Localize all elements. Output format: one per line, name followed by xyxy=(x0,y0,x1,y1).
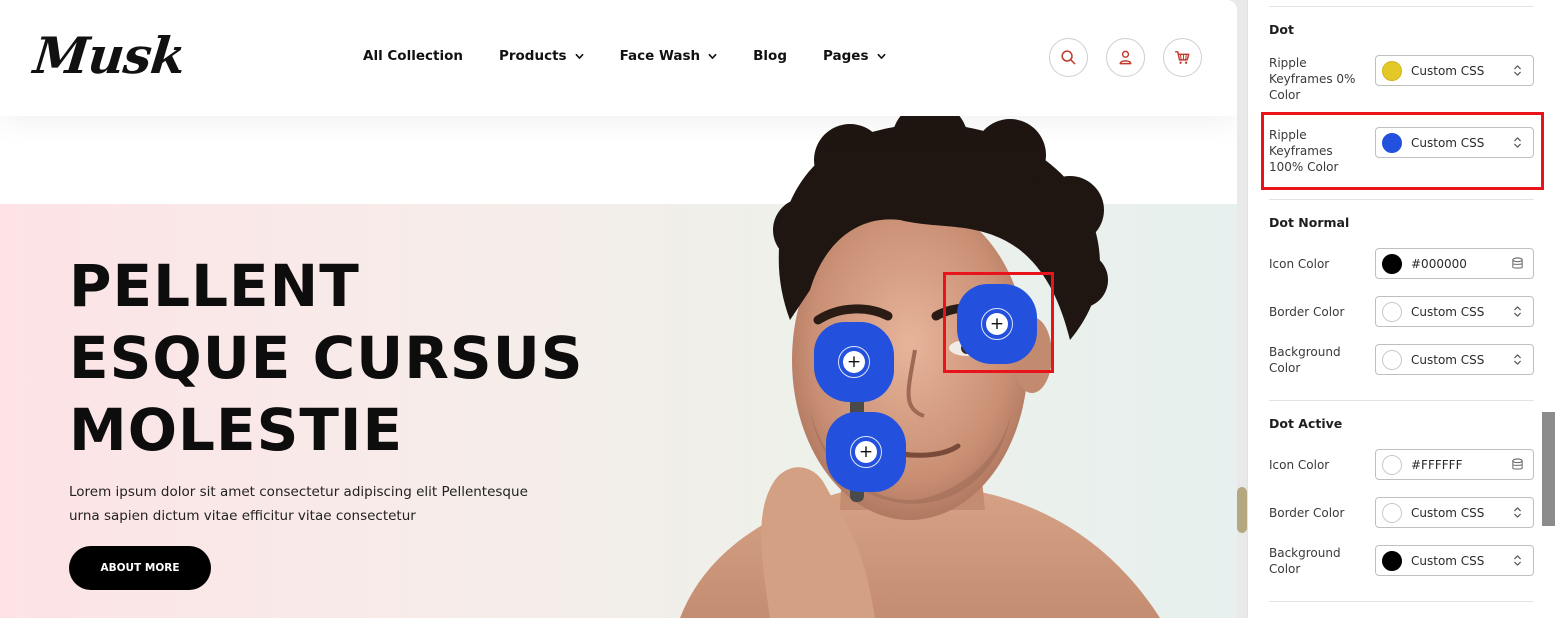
updown-arrows-icon xyxy=(1510,554,1524,568)
ripple-100-color-control[interactable]: Custom CSS xyxy=(1375,127,1534,158)
nav-item-pages[interactable]: Pages xyxy=(823,48,886,64)
nav-item-label: Pages xyxy=(823,48,869,64)
site-header: Musk All Collection Products Face Wash B… xyxy=(0,0,1237,116)
control-value: Custom CSS xyxy=(1411,553,1485,568)
color-swatch[interactable] xyxy=(1382,550,1402,571)
database-icon[interactable] xyxy=(1510,458,1524,472)
hotspot-ring: + xyxy=(838,346,870,378)
color-swatch[interactable] xyxy=(1382,454,1402,475)
updown-arrows-icon xyxy=(1510,136,1524,150)
border-color-label: Border Color xyxy=(1269,305,1345,319)
hotspot-dot[interactable]: + xyxy=(826,412,906,492)
control-value: Custom CSS xyxy=(1411,135,1485,150)
main-nav: All Collection Products Face Wash Blog P… xyxy=(363,48,886,64)
search-button[interactable] xyxy=(1049,38,1088,77)
updown-arrows-icon xyxy=(1510,353,1524,367)
background-color-label: Background Color xyxy=(1269,345,1341,375)
updown-arrows-icon xyxy=(1510,64,1524,78)
color-swatch[interactable] xyxy=(1382,502,1402,523)
hero-description-line: Lorem ipsum dolor sit amet consectetur a… xyxy=(69,484,528,500)
divider xyxy=(1269,6,1534,7)
cart-button[interactable] xyxy=(1163,38,1202,77)
updown-arrows-icon xyxy=(1510,506,1524,520)
hero-title-line: ESQUE CURSUS xyxy=(69,324,584,392)
nav-item-label: Blog xyxy=(753,48,787,64)
ripple-0-color-control[interactable]: Custom CSS xyxy=(1375,55,1534,86)
chevron-down-icon xyxy=(877,53,885,59)
border-color-label: Border Color xyxy=(1269,506,1345,520)
plus-icon: + xyxy=(986,313,1008,335)
hero-description-line: urna sapien dictum vitae efficitur vitae… xyxy=(69,508,416,524)
hotspot-dot[interactable]: + xyxy=(814,322,894,402)
hero-title-line: MOLESTIE xyxy=(69,396,404,464)
control-value: Custom CSS xyxy=(1411,63,1485,78)
account-button[interactable] xyxy=(1106,38,1145,77)
nav-item-all-collection[interactable]: All Collection xyxy=(363,48,463,64)
chevron-down-icon xyxy=(575,53,584,59)
normal-background-color-control[interactable]: Custom CSS xyxy=(1375,344,1534,375)
control-value: #FFFFFF xyxy=(1411,457,1463,472)
nav-item-label: All Collection xyxy=(363,48,463,64)
control-value: Custom CSS xyxy=(1411,304,1485,319)
color-swatch[interactable] xyxy=(1382,301,1402,322)
page-preview: Musk All Collection Products Face Wash B… xyxy=(0,0,1237,618)
nav-item-face-wash[interactable]: Face Wash xyxy=(620,48,718,64)
header-actions xyxy=(1049,38,1202,77)
hotspot-ring: + xyxy=(850,436,882,468)
preview-scrollbar-thumb[interactable] xyxy=(1237,487,1247,533)
search-icon xyxy=(1061,50,1076,65)
ripple-100-label: Ripple Keyframes 100% Color xyxy=(1269,128,1339,174)
section-title-dot-normal: Dot Normal xyxy=(1269,215,1350,230)
hero-title-line: PELLENT xyxy=(69,252,360,320)
database-icon[interactable] xyxy=(1510,257,1524,271)
background-color-label: Background Color xyxy=(1269,546,1341,576)
divider xyxy=(1269,199,1534,200)
cart-icon xyxy=(1174,51,1190,64)
section-title-dot: Dot xyxy=(1269,22,1294,37)
active-border-color-control[interactable]: Custom CSS xyxy=(1375,497,1534,528)
icon-color-label: Icon Color xyxy=(1269,458,1330,472)
active-icon-color-control[interactable]: #FFFFFF xyxy=(1375,449,1534,480)
nav-item-label: Products xyxy=(498,48,567,64)
about-more-button[interactable]: ABOUT MORE xyxy=(69,546,211,590)
divider xyxy=(1269,601,1534,602)
control-value: #000000 xyxy=(1411,256,1467,271)
panel-scrollbar-thumb[interactable] xyxy=(1542,412,1555,526)
color-swatch[interactable] xyxy=(1382,253,1402,274)
divider xyxy=(1269,400,1534,401)
hotspot-dot-active[interactable]: + xyxy=(957,284,1037,364)
hero-title: PELLENT ESQUE CURSUS MOLESTIE xyxy=(69,250,584,466)
icon-color-label: Icon Color xyxy=(1269,257,1330,271)
plus-icon: + xyxy=(843,351,865,373)
plus-icon: + xyxy=(855,441,877,463)
style-settings-panel: Dot Ripple Keyframes 0% Color Custom CSS… xyxy=(1247,0,1555,618)
site-logo[interactable]: Musk xyxy=(31,26,188,85)
color-swatch[interactable] xyxy=(1382,349,1402,370)
active-background-color-control[interactable]: Custom CSS xyxy=(1375,545,1534,576)
normal-icon-color-control[interactable]: #000000 xyxy=(1375,248,1534,279)
app-window: Musk All Collection Products Face Wash B… xyxy=(0,0,1555,618)
normal-border-color-control[interactable]: Custom CSS xyxy=(1375,296,1534,327)
updown-arrows-icon xyxy=(1510,305,1524,319)
ripple-0-label: Ripple Keyframes 0% Color xyxy=(1269,56,1356,102)
hotspot-ring: + xyxy=(981,308,1013,340)
hero-description: Lorem ipsum dolor sit amet consectetur a… xyxy=(69,480,539,528)
color-swatch[interactable] xyxy=(1382,60,1402,81)
control-value: Custom CSS xyxy=(1411,505,1485,520)
user-icon xyxy=(1119,50,1132,65)
nav-item-blog[interactable]: Blog xyxy=(753,48,787,64)
section-title-dot-active: Dot Active xyxy=(1269,416,1343,431)
color-swatch[interactable] xyxy=(1382,132,1402,153)
chevron-down-icon xyxy=(708,53,717,59)
model-portrait-image xyxy=(680,110,1160,618)
nav-item-label: Face Wash xyxy=(619,48,701,64)
nav-item-products[interactable]: Products xyxy=(499,48,584,64)
control-value: Custom CSS xyxy=(1411,352,1485,367)
